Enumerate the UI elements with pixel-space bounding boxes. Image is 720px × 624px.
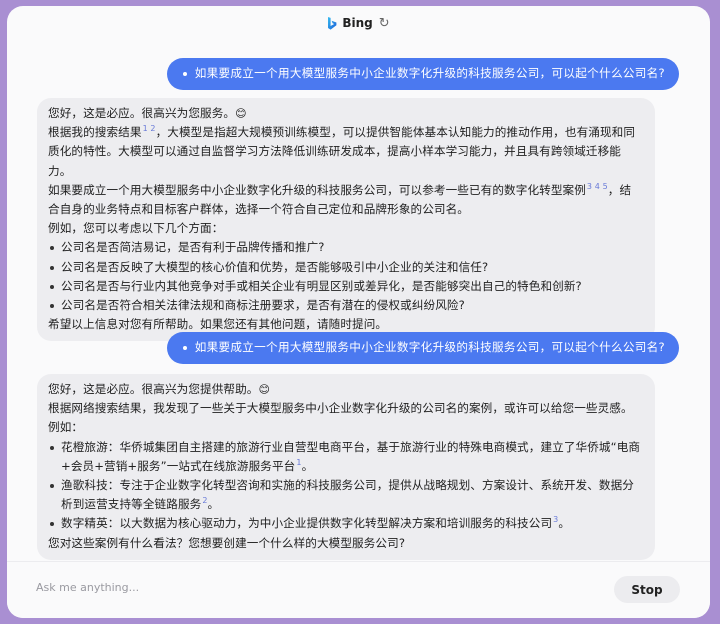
bot-greeting: 您好，这是必应。很高兴为您服务。😊 (48, 106, 247, 120)
bot-intro: 例如： (48, 420, 84, 435)
list-item: 公司名是否符合相关法律法规和商标注册要求，是否有潜在的侵权或纠纷风险? (48, 296, 642, 315)
bing-logo-icon (327, 16, 337, 30)
composer: Stop (7, 561, 710, 618)
smile-emoji-icon: 😊 (235, 107, 247, 120)
bullet-dot (182, 71, 187, 76)
list-item: 公司名是否与行业内其他竞争对手或相关企业有明显区别或差异化，是否能够突出自己的特… (48, 277, 642, 296)
citation-link[interactable]: 1 2 (143, 124, 156, 133)
bot-closing: 您对这些案例有什么看法？您想要创建一个什么样的大模型服务公司? (48, 535, 406, 550)
list-item: 花橙旅游：华侨城集团自主搭建的旅游行业自营型电商平台，基于旅游行业的特殊电商模式… (48, 438, 642, 476)
list-item: 数字精英：以大数据为核心驱动力，为中小企业提供数字化转型解决方案和培训服务的科技… (48, 514, 642, 533)
chat-input[interactable] (34, 580, 458, 595)
user-message-text: 如果要成立一个用大模型服务中小企业数字化升级的科技服务公司，可以起个什么公司名? (194, 66, 665, 80)
bot-paragraph: 根据我的搜索结果1 2，大模型是指超大规模预训练模型，可以提供智能体基本认知能力… (48, 124, 636, 178)
list-item: 公司名是否简洁易记，是否有利于品牌传播和推广? (48, 238, 642, 257)
user-message: 如果要成立一个用大模型服务中小企业数字化升级的科技服务公司，可以起个什么公司名? (166, 58, 679, 91)
refresh-icon[interactable]: ↻ (379, 16, 390, 31)
bot-paragraph: 如果要成立一个用大模型服务中小企业数字化升级的科技服务公司，可以参考一些已有的数… (48, 181, 632, 217)
chat-window: Bing ↻ 如果要成立一个用大模型服务中小企业数字化升级的科技服务公司，可以起… (7, 6, 710, 618)
bot-greeting: 您好，这是必应。很高兴为您提供帮助。😊 (48, 382, 271, 396)
bot-list: 公司名是否简洁易记，是否有利于品牌传播和推广? 公司名是否反映了大模型的核心价值… (48, 238, 642, 315)
list-item: 渔歌科技：专注于企业数字化转型咨询和实施的科技服务公司，提供从战略规划、方案设计… (48, 476, 642, 514)
citation-link[interactable]: 3 4 5 (587, 182, 608, 191)
stop-button[interactable]: Stop (614, 576, 680, 603)
list-item: 公司名是否反映了大模型的核心价值和优势，是否能够吸引中小企业的关注和信任? (48, 258, 642, 277)
header: Bing ↻ (7, 6, 710, 40)
bullet-dot (182, 345, 187, 350)
page-title: Bing (342, 16, 373, 30)
bot-paragraph: 根据网络搜索结果，我发现了一些关于大模型服务中小企业数字化升级的公司名的案例，或… (48, 401, 633, 416)
smile-emoji-icon: 😊 (258, 383, 271, 396)
bot-intro: 例如，您可以考虑以下几个方面： (48, 221, 224, 236)
bot-list: 花橙旅游：华侨城集团自主搭建的旅游行业自营型电商平台，基于旅游行业的特殊电商模式… (48, 438, 642, 534)
bot-message: 您好，这是必应。很高兴为您服务。😊 根据我的搜索结果1 2，大模型是指超大规模预… (37, 98, 655, 342)
user-message: 如果要成立一个用大模型服务中小企业数字化升级的科技服务公司，可以起个什么公司名? (166, 332, 679, 365)
bot-message: 您好，这是必应。很高兴为您提供帮助。😊 根据网络搜索结果，我发现了一些关于大模型… (37, 374, 655, 560)
user-message-text: 如果要成立一个用大模型服务中小企业数字化升级的科技服务公司，可以起个什么公司名? (194, 340, 665, 354)
